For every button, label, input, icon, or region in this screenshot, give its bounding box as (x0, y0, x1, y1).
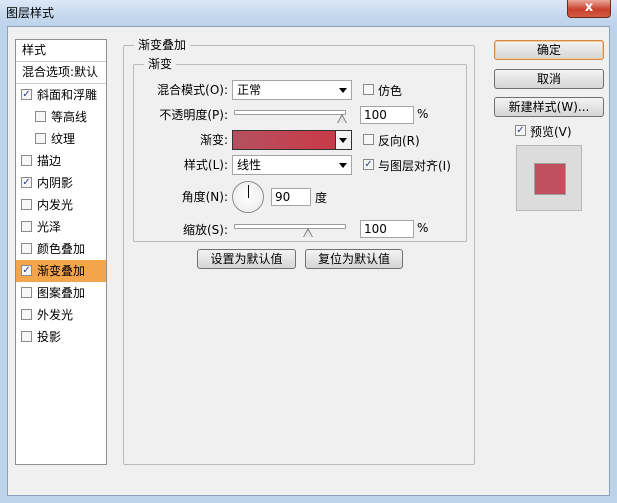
style-item-checkbox[interactable] (21, 155, 32, 166)
chevron-down-icon (339, 88, 347, 93)
style-item-label: 斜面和浮雕 (37, 88, 98, 102)
style-item[interactable]: 颜色叠加 (16, 238, 106, 260)
opacity-label: 不透明度(P): (159, 108, 228, 122)
style-item-checkbox[interactable] (21, 199, 32, 210)
style-item-checkbox[interactable] (21, 331, 32, 342)
style-item-label: 图案叠加 (37, 286, 86, 300)
title-bar: 图层样式 x (0, 0, 617, 26)
align-with-layer-label: 与图层对齐(I) (378, 159, 451, 173)
style-list: 样式 混合选项:默认 ✓ 斜面和浮雕等高线纹理描边 ✓ 内阴影内发光光泽颜色叠加 ✓ 渐变… (15, 39, 107, 465)
angle-label: 角度(N): (181, 190, 228, 204)
preview-swatch (534, 163, 566, 195)
style-item-checkbox[interactable] (21, 243, 32, 254)
style-select[interactable]: 线性 (232, 155, 352, 175)
style-item-label: 等高线 (51, 110, 88, 124)
style-item-label: 描边 (37, 154, 62, 168)
style-item[interactable]: 外发光 (16, 304, 106, 326)
style-item-checkbox[interactable] (21, 309, 32, 320)
style-item-label: 内阴影 (37, 176, 74, 190)
style-item[interactable]: 图案叠加 (16, 282, 106, 304)
gradient-label: 渐变: (199, 133, 228, 147)
reverse-label: 反向(R) (378, 134, 420, 148)
gradient-overlay-group: 渐变叠加 渐变 混合模式(O): 正常 仿色 不透明度(P): 100 % 渐变… (123, 38, 475, 465)
gradient-subgroup-title: 渐变 (144, 57, 177, 71)
align-with-layer-checkbox[interactable]: ✓ (363, 159, 374, 170)
angle-unit: 度 (315, 191, 328, 205)
window-title: 图层样式 (6, 6, 55, 20)
gradient-swatch[interactable] (232, 130, 336, 150)
style-item-checkbox[interactable] (35, 111, 46, 122)
style-item-label: 纹理 (51, 132, 76, 146)
style-item-label: 投影 (37, 330, 62, 344)
preview-label: 预览(V) (530, 125, 572, 139)
close-icon: x (584, 0, 594, 15)
style-item-checkbox[interactable] (21, 221, 32, 232)
chevron-down-icon (339, 163, 347, 168)
style-item-checkbox[interactable]: ✓ (21, 89, 32, 100)
opacity-unit: % (417, 107, 429, 121)
preview-checkbox[interactable]: ✓ (515, 125, 526, 136)
new-style-button[interactable]: 新建样式(W)... (494, 97, 604, 117)
blend-mode-select[interactable]: 正常 (232, 80, 352, 100)
style-item[interactable]: 纹理 (16, 128, 106, 150)
cancel-button[interactable]: 取消 (494, 69, 604, 89)
reset-default-button[interactable]: 复位为默认值 (305, 249, 403, 269)
style-item-checkbox[interactable]: ✓ (21, 265, 32, 276)
style-items: ✓ 斜面和浮雕等高线纹理描边 ✓ 内阴影内发光光泽颜色叠加 ✓ 渐变叠加图案叠加外发光投影 (16, 84, 106, 348)
style-item-checkbox[interactable] (35, 133, 46, 144)
scale-slider-track[interactable] (234, 224, 346, 229)
opacity-slider-track[interactable] (234, 110, 346, 115)
dither-checkbox[interactable] (363, 84, 374, 95)
scale-unit: % (417, 221, 429, 235)
style-label: 样式(L): (183, 158, 228, 172)
style-item-checkbox[interactable]: ✓ (21, 177, 32, 188)
scale-slider-thumb[interactable] (302, 228, 313, 238)
style-item[interactable]: 描边 (16, 150, 106, 172)
preview-thumbnail (516, 145, 582, 211)
scale-label: 缩放(S): (182, 223, 228, 237)
style-list-header[interactable]: 样式 (16, 40, 106, 62)
scale-input[interactable]: 100 (360, 220, 414, 238)
make-default-button[interactable]: 设置为默认值 (197, 249, 296, 269)
blend-mode-label: 混合模式(O): (157, 83, 228, 97)
angle-dial[interactable] (232, 181, 264, 213)
style-value: 线性 (237, 158, 262, 172)
style-item[interactable]: ✓ 渐变叠加 (16, 260, 106, 282)
ok-button[interactable]: 确定 (494, 40, 604, 60)
close-button[interactable]: x (567, 0, 611, 18)
style-item-label: 光泽 (37, 220, 62, 234)
angle-needle (248, 185, 249, 198)
gradient-subgroup: 渐变 混合模式(O): 正常 仿色 不透明度(P): 100 % 渐变: 反向(… (133, 57, 467, 242)
style-item[interactable]: 内发光 (16, 194, 106, 216)
style-item[interactable]: ✓ 内阴影 (16, 172, 106, 194)
style-item-checkbox[interactable] (21, 287, 32, 298)
style-item[interactable]: 投影 (16, 326, 106, 348)
style-item[interactable]: 光泽 (16, 216, 106, 238)
style-item[interactable]: 等高线 (16, 106, 106, 128)
gradient-overlay-title: 渐变叠加 (134, 38, 191, 52)
dither-label: 仿色 (378, 84, 403, 98)
gradient-picker-button[interactable] (336, 130, 352, 150)
style-item-label: 颜色叠加 (37, 242, 86, 256)
style-item-label: 外发光 (37, 308, 74, 322)
reverse-checkbox[interactable] (363, 134, 374, 145)
dialog-client: 样式 混合选项:默认 ✓ 斜面和浮雕 等高线 纹理 描边 ✓ 内阴影 内发光 光泽 颜色叠加 ✓ 渐变… (7, 26, 610, 496)
opacity-slider-thumb[interactable] (337, 114, 347, 124)
chevron-down-icon (339, 138, 347, 143)
angle-input[interactable]: 90 (271, 188, 311, 206)
blend-mode-value: 正常 (237, 83, 262, 97)
style-item[interactable]: ✓ 斜面和浮雕 (16, 84, 106, 106)
blend-options-item[interactable]: 混合选项:默认 (16, 62, 106, 84)
opacity-input[interactable]: 100 (360, 106, 414, 124)
style-item-label: 内发光 (37, 198, 74, 212)
style-item-label: 渐变叠加 (37, 264, 86, 278)
